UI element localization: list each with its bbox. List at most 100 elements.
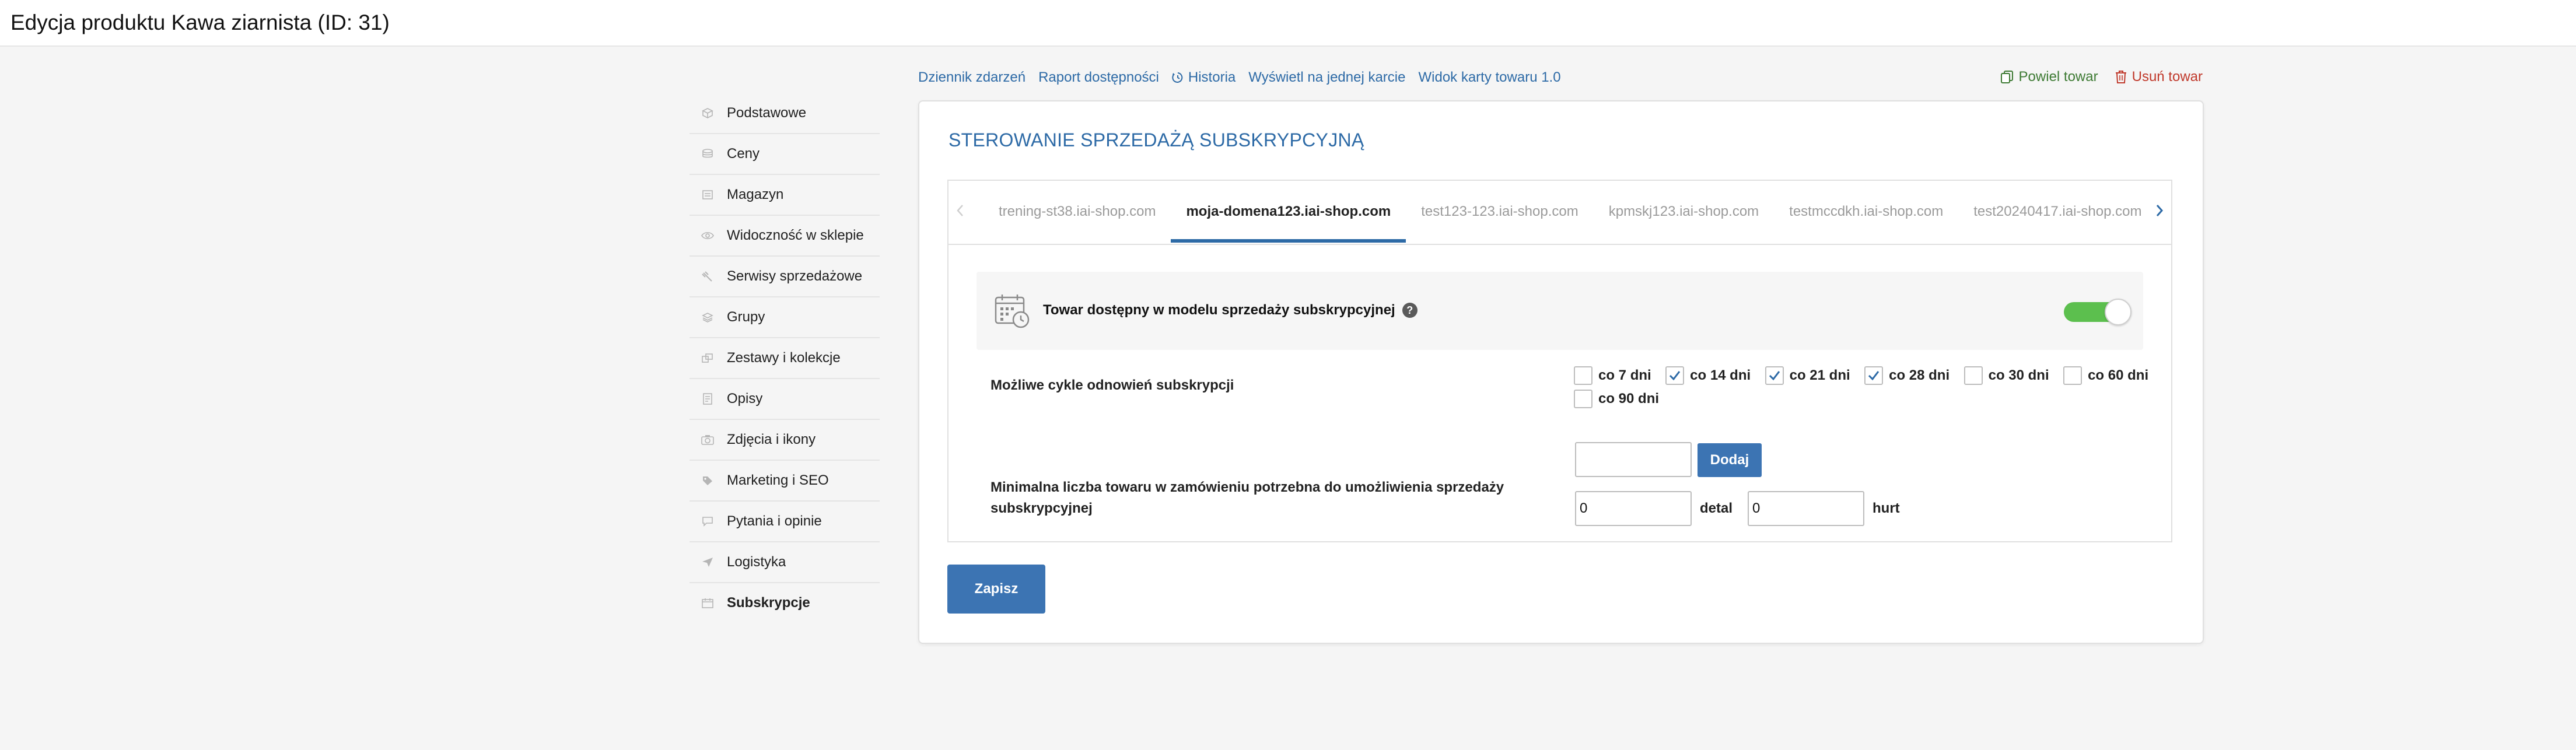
wholesale-unit-label: hurt — [1873, 500, 1900, 516]
clone-label: Powiel towar — [2018, 69, 2098, 85]
tabs-list: trening-st38.iai-shop.com moja-domena123… — [984, 181, 2157, 243]
delete-label: Usuń towar — [2132, 69, 2203, 85]
switch-knob — [2105, 299, 2132, 325]
sidebar-item-label: Marketing i SEO — [727, 472, 829, 488]
chat-icon — [701, 515, 714, 528]
cycle-option[interactable]: co 30 dni — [1964, 364, 2049, 387]
sidebar-item-label: Zestawy i kolekcje — [727, 350, 841, 366]
history-icon — [1172, 72, 1184, 83]
sidebar-item-marketing[interactable]: Marketing i SEO — [690, 461, 880, 502]
sidebar-item-widocznosc[interactable]: Widoczność w sklepie — [690, 216, 880, 257]
cycle-option[interactable]: co 60 dni — [2063, 364, 2148, 387]
history-link[interactable]: Historia — [1172, 69, 1236, 86]
retail-unit-label: detal — [1700, 500, 1733, 516]
shop-panel: trening-st38.iai-shop.com moja-domena123… — [947, 180, 2172, 542]
toggle-label-text: Towar dostępny w modelu sprzedaży subskr… — [1043, 302, 1395, 318]
delete-product-button[interactable]: Usuń towar — [2115, 69, 2203, 85]
tabs-scroll-right[interactable] — [2148, 181, 2171, 243]
check-icon — [1670, 371, 1681, 381]
cycle-option[interactable]: co 28 dni — [1864, 364, 1950, 387]
sidebar-item-pytania[interactable]: Pytania i opinie — [690, 502, 880, 542]
event-log-link[interactable]: Dziennik zdarzeń — [918, 69, 1026, 86]
sidebar-item-label: Widoczność w sklepie — [727, 227, 864, 243]
cycle-option[interactable]: co 90 dni — [1574, 387, 1659, 411]
document-icon — [701, 392, 714, 405]
custom-cycle-input[interactable] — [1575, 442, 1692, 477]
copy-icon — [2000, 70, 2014, 84]
tab-shop-active[interactable]: moja-domena123.iai-shop.com — [1171, 181, 1406, 243]
cycle-option[interactable]: co 7 dni — [1574, 364, 1651, 387]
tab-shop[interactable]: test123-123.iai-shop.com — [1406, 181, 1593, 243]
sidebar-item-logistyka[interactable]: Logistyka — [690, 542, 880, 583]
subscription-card: STEROWANIE SPRZEDAŻĄ SUBSKRYPCYJNĄ treni… — [918, 100, 2204, 644]
sidebar-item-label: Grupy — [727, 309, 765, 325]
gavel-icon — [701, 270, 714, 283]
checkbox-checked[interactable] — [1665, 366, 1685, 385]
history-label: Historia — [1188, 69, 1236, 85]
sidebar-item-subskrypcje[interactable]: Subskrypcje — [690, 583, 880, 623]
retail-qty-input[interactable]: 0 — [1575, 491, 1692, 526]
subscription-toggle-switch[interactable] — [2064, 299, 2132, 325]
checkbox-unchecked[interactable] — [1574, 390, 1592, 408]
tabs-scroll-left[interactable] — [949, 181, 972, 243]
help-icon[interactable]: ? — [1402, 303, 1418, 318]
calendar-icon — [701, 597, 714, 609]
sets-icon — [701, 352, 714, 365]
layers-icon — [701, 311, 714, 324]
sidebar-item-label: Podstawowe — [727, 105, 807, 121]
cycle-option[interactable]: co 21 dni — [1765, 364, 1850, 387]
chevron-right-icon — [2155, 204, 2164, 220]
page-header: Edycja produktu Kawa ziarnista (ID: 31) — [0, 0, 2576, 47]
save-button[interactable]: Zapisz — [947, 565, 1045, 614]
checkbox-unchecked[interactable] — [1964, 366, 1983, 385]
tab-shop[interactable]: test20240417.iai-shop.com — [1958, 181, 2157, 243]
wholesale-qty-input[interactable]: 0 — [1748, 491, 1864, 526]
renewal-cycles-label: Możliwe cykle odnowień subskrypcji — [991, 377, 1234, 393]
checkbox-checked[interactable] — [1765, 366, 1784, 385]
tab-shop[interactable]: kpmskj123.iai-shop.com — [1594, 181, 1774, 243]
cycle-option[interactable]: co 14 dni — [1665, 364, 1751, 387]
shop-tabs: trening-st38.iai-shop.com moja-domena123… — [949, 181, 2171, 245]
coins-icon — [701, 148, 714, 160]
sidebar: Podstawowe Ceny Magazyn Widoczność w skl… — [690, 93, 880, 623]
sidebar-item-serwisy[interactable]: Serwisy sprzedażowe — [690, 257, 880, 297]
tab-shop[interactable]: testmccdkh.iai-shop.com — [1774, 181, 1958, 243]
sidebar-item-label: Serwisy sprzedażowe — [727, 268, 863, 284]
sidebar-item-zestawy[interactable]: Zestawy i kolekcje — [690, 338, 880, 379]
sidebar-item-label: Zdjęcia i ikony — [727, 432, 816, 447]
eye-icon — [701, 229, 714, 242]
checkbox-checked[interactable] — [1864, 366, 1884, 385]
sidebar-item-grupy[interactable]: Grupy — [690, 297, 880, 338]
tab-shop[interactable]: trening-st38.iai-shop.com — [984, 181, 1171, 243]
product-actions: Powiel towar Usuń towar — [1984, 69, 2203, 85]
calendar-clock-icon — [994, 293, 1030, 332]
sidebar-item-label: Opisy — [727, 391, 763, 406]
sidebar-item-podstawowe[interactable]: Podstawowe — [690, 93, 880, 134]
checkbox-unchecked[interactable] — [2063, 366, 2082, 385]
card-view-link[interactable]: Widok karty towaru 1.0 — [1418, 69, 1560, 86]
section-title: STEROWANIE SPRZEDAŻĄ SUBSKRYPCYJNĄ — [949, 129, 1364, 150]
subscription-toggle-row: Towar dostępny w modelu sprzedaży subskr… — [977, 272, 2143, 350]
checkbox-unchecked[interactable] — [1574, 366, 1592, 385]
add-cycle-button[interactable]: Dodaj — [1698, 443, 1762, 477]
sidebar-item-magazyn[interactable]: Magazyn — [690, 175, 880, 216]
camera-icon — [701, 433, 714, 446]
trash-icon — [2115, 70, 2127, 84]
sidebar-item-zdjecia[interactable]: Zdjęcia i ikony — [690, 420, 880, 461]
renewal-cycles: co 7 dni co 14 dni co 21 dni co 28 dni c… — [1574, 364, 2169, 411]
availability-report-link[interactable]: Raport dostępności — [1038, 69, 1159, 86]
product-links: Dziennik zdarzeń Raport dostępności Hist… — [918, 67, 1574, 88]
sidebar-item-label: Ceny — [727, 146, 760, 162]
tag-icon — [701, 474, 714, 487]
sidebar-item-label: Logistyka — [727, 554, 786, 570]
box-icon — [701, 107, 714, 120]
clone-product-button[interactable]: Powiel towar — [2000, 69, 2098, 85]
single-card-link[interactable]: Wyświetl na jednej karcie — [1248, 69, 1405, 86]
check-icon — [1868, 371, 1880, 381]
sidebar-item-opisy[interactable]: Opisy — [690, 379, 880, 420]
min-qty-label: Minimalna liczba towaru w zamówieniu pot… — [991, 479, 1504, 516]
page-title: Edycja produktu Kawa ziarnista (ID: 31) — [10, 10, 390, 34]
sidebar-item-ceny[interactable]: Ceny — [690, 134, 880, 175]
subscription-toggle-label: Towar dostępny w modelu sprzedaży subskr… — [1043, 302, 1418, 318]
sidebar-item-label: Magazyn — [727, 187, 784, 202]
